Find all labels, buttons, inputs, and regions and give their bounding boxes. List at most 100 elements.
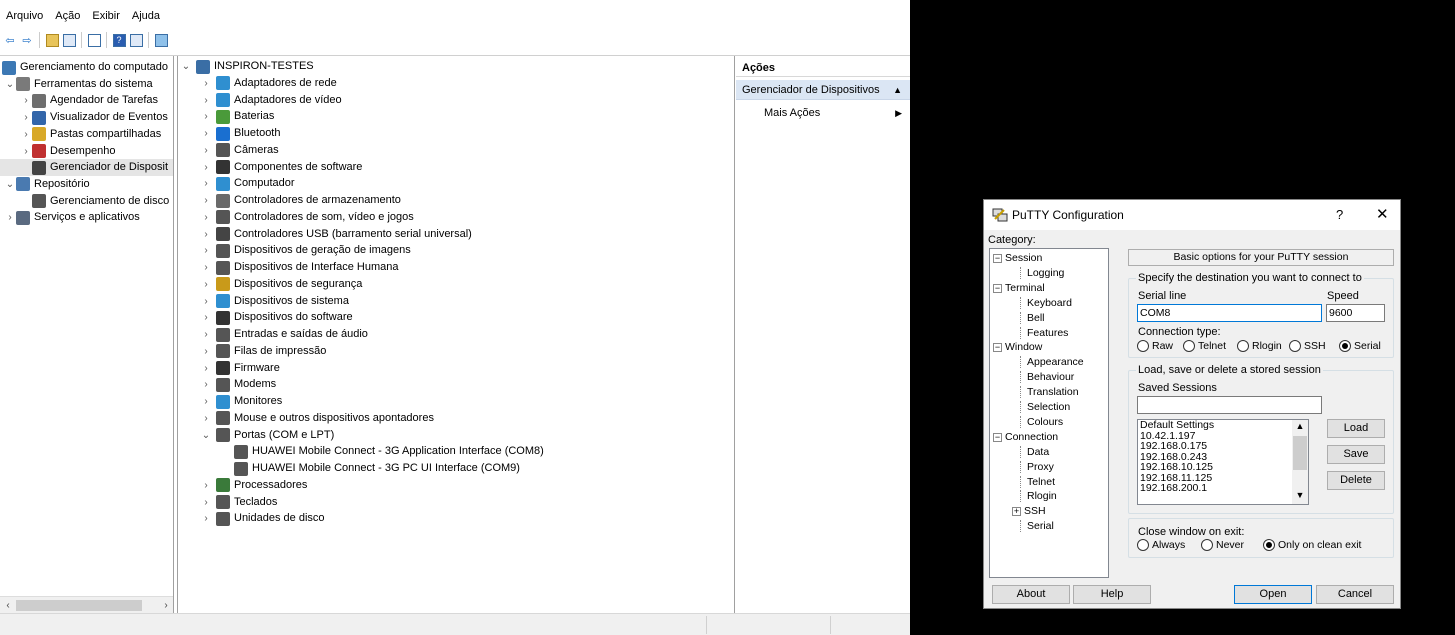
- device-tree-item[interactable]: › Controladores de som, vídeo e jogos: [200, 209, 414, 226]
- device-tree-item[interactable]: › Componentes de software: [200, 159, 362, 176]
- collapse-icon[interactable]: −: [993, 432, 1002, 442]
- expand-icon[interactable]: ›: [200, 259, 212, 276]
- device-tree-item[interactable]: › Dispositivos de sistema: [200, 293, 349, 310]
- scroll-thumb[interactable]: [1293, 436, 1307, 470]
- folder-up-icon[interactable]: [44, 32, 60, 48]
- expand-icon[interactable]: ›: [200, 159, 212, 176]
- category-item[interactable]: Bell: [1020, 311, 1045, 324]
- device-tree-item[interactable]: HUAWEI Mobile Connect - 3G Application I…: [234, 443, 544, 460]
- category-item[interactable]: Telnet: [1020, 475, 1055, 488]
- expand-icon[interactable]: ›: [200, 393, 212, 410]
- speed-input[interactable]: 9600: [1326, 304, 1385, 322]
- device-tree-item[interactable]: › Controladores USB (barramento serial un…: [200, 226, 472, 243]
- device-tree-item[interactable]: HUAWEI Mobile Connect - 3G PC UI Interfa…: [234, 460, 520, 477]
- console-tree-item[interactable]: Gerenciador de Disposit: [0, 159, 173, 177]
- help-button[interactable]: Help: [1073, 585, 1151, 604]
- about-button[interactable]: About: [992, 585, 1070, 604]
- device-tree-item[interactable]: › Modems: [200, 376, 276, 393]
- device-tree-item[interactable]: › Computador: [200, 175, 295, 192]
- expand-icon[interactable]: +: [1012, 507, 1021, 517]
- category-item[interactable]: − Session: [993, 252, 1042, 264]
- show-hide-tree-icon[interactable]: [61, 32, 77, 48]
- device-tree-item[interactable]: › Controladores de armazenamento: [200, 192, 401, 209]
- menu-acao[interactable]: Ação: [49, 8, 86, 28]
- expand-icon[interactable]: ›: [200, 510, 212, 527]
- expand-icon[interactable]: ›: [200, 175, 212, 192]
- expand-icon[interactable]: ›: [200, 309, 212, 326]
- device-tree-item[interactable]: › Dispositivos de geração de imagens: [200, 242, 411, 259]
- device-tree-item[interactable]: › Filas de impressão: [200, 343, 326, 360]
- session-item[interactable]: 192.168.0.175: [1138, 441, 1308, 452]
- serial-line-input[interactable]: COM8: [1137, 304, 1322, 322]
- expand-icon[interactable]: ›: [200, 376, 212, 393]
- device-tree-item[interactable]: › Câmeras: [200, 142, 279, 159]
- session-item[interactable]: 192.168.10.125: [1138, 462, 1308, 473]
- category-item[interactable]: − Window: [993, 341, 1042, 353]
- category-item[interactable]: Data: [1020, 445, 1049, 458]
- device-tree-item[interactable]: › Adaptadores de vídeo: [200, 92, 342, 109]
- console-tree-item[interactable]: › Visualizador de Eventos: [0, 109, 173, 126]
- device-tree-item[interactable]: › Dispositivos de segurança: [200, 276, 362, 293]
- collapse-up-icon[interactable]: ▲: [893, 80, 902, 100]
- expand-icon[interactable]: ›: [200, 276, 212, 293]
- scroll-left-icon[interactable]: ‹: [0, 597, 16, 614]
- device-tree-item[interactable]: › Dispositivos de Interface Humana: [200, 259, 398, 276]
- cancel-button[interactable]: Cancel: [1316, 585, 1394, 604]
- close-window-radio[interactable]: Always: [1137, 539, 1185, 551]
- connection-type-radio[interactable]: Telnet: [1183, 340, 1226, 352]
- properties-icon[interactable]: [86, 32, 102, 48]
- device-tree-item[interactable]: › Firmware: [200, 360, 280, 377]
- scroll-right-icon[interactable]: ›: [158, 597, 173, 614]
- collapse-icon[interactable]: −: [993, 253, 1002, 263]
- help-icon[interactable]: ?: [111, 32, 127, 48]
- console-tree-item[interactable]: ⌄ Ferramentas do sistema: [0, 76, 173, 93]
- category-item[interactable]: Translation: [1020, 386, 1079, 399]
- collapse-icon[interactable]: ⌄: [180, 58, 192, 75]
- category-item[interactable]: Serial: [1020, 520, 1054, 533]
- device-tree-item[interactable]: › Baterias: [200, 108, 274, 125]
- expand-icon[interactable]: ›: [200, 293, 212, 310]
- expand-icon[interactable]: ›: [200, 226, 212, 243]
- collapse-icon[interactable]: −: [993, 283, 1002, 293]
- expand-icon[interactable]: ›: [200, 108, 212, 125]
- sessions-scrollbar[interactable]: ▲ ▼: [1292, 420, 1308, 504]
- console-tree-item[interactable]: › Pastas compartilhadas: [0, 126, 173, 143]
- connection-type-radio[interactable]: Serial: [1339, 340, 1381, 352]
- session-item[interactable]: 192.168.200.1: [1138, 483, 1308, 494]
- device-tree-item[interactable]: › Unidades de disco: [200, 510, 325, 527]
- help-button-icon[interactable]: ?: [1336, 207, 1343, 222]
- expand-icon[interactable]: ›: [200, 360, 212, 377]
- expand-icon[interactable]: ›: [200, 125, 212, 142]
- close-icon[interactable]: ✕: [1376, 205, 1389, 223]
- category-item[interactable]: + SSH: [1012, 505, 1046, 517]
- connection-type-radio[interactable]: Raw: [1137, 340, 1173, 352]
- console-tree-item[interactable]: Gerenciamento de disco: [0, 193, 173, 210]
- collapse-icon[interactable]: ⌄: [4, 76, 16, 93]
- expand-icon[interactable]: ›: [200, 410, 212, 427]
- scroll-up-icon[interactable]: ▲: [1292, 421, 1308, 431]
- connection-type-radio[interactable]: Rlogin: [1237, 340, 1282, 352]
- menu-exibir[interactable]: Exibir: [86, 8, 126, 28]
- category-item[interactable]: Logging: [1020, 266, 1064, 279]
- expand-icon[interactable]: ›: [200, 242, 212, 259]
- expand-icon[interactable]: ›: [20, 126, 32, 143]
- console-tree-item[interactable]: ⌄ Repositório: [0, 176, 173, 193]
- back-icon[interactable]: ⇦: [2, 32, 18, 48]
- device-tree-item[interactable]: › Adaptadores de rede: [200, 75, 337, 92]
- horizontal-scrollbar[interactable]: ‹ ›: [0, 596, 173, 614]
- device-tree-root[interactable]: ⌄ INSPIRON-TESTES: [180, 58, 314, 75]
- saved-sessions-input[interactable]: [1137, 396, 1322, 414]
- menu-arquivo[interactable]: Arquivo: [0, 8, 49, 28]
- scroll-thumb[interactable]: [16, 600, 142, 611]
- sessions-list[interactable]: Default Settings 10.42.1.197 192.168.0.175…: [1137, 419, 1309, 505]
- expand-icon[interactable]: ›: [20, 92, 32, 109]
- monitor-icon[interactable]: [153, 32, 169, 48]
- expand-icon[interactable]: ›: [20, 143, 32, 160]
- category-item[interactable]: Behaviour: [1020, 371, 1074, 384]
- connection-type-radio[interactable]: SSH: [1289, 340, 1326, 352]
- expand-icon[interactable]: ›: [200, 343, 212, 360]
- collapse-icon[interactable]: ⌄: [4, 176, 16, 193]
- open-button[interactable]: Open: [1234, 585, 1312, 604]
- category-item[interactable]: Appearance: [1020, 356, 1084, 369]
- actions-device-manager[interactable]: Gerenciador de Dispositivos ▲: [736, 80, 910, 100]
